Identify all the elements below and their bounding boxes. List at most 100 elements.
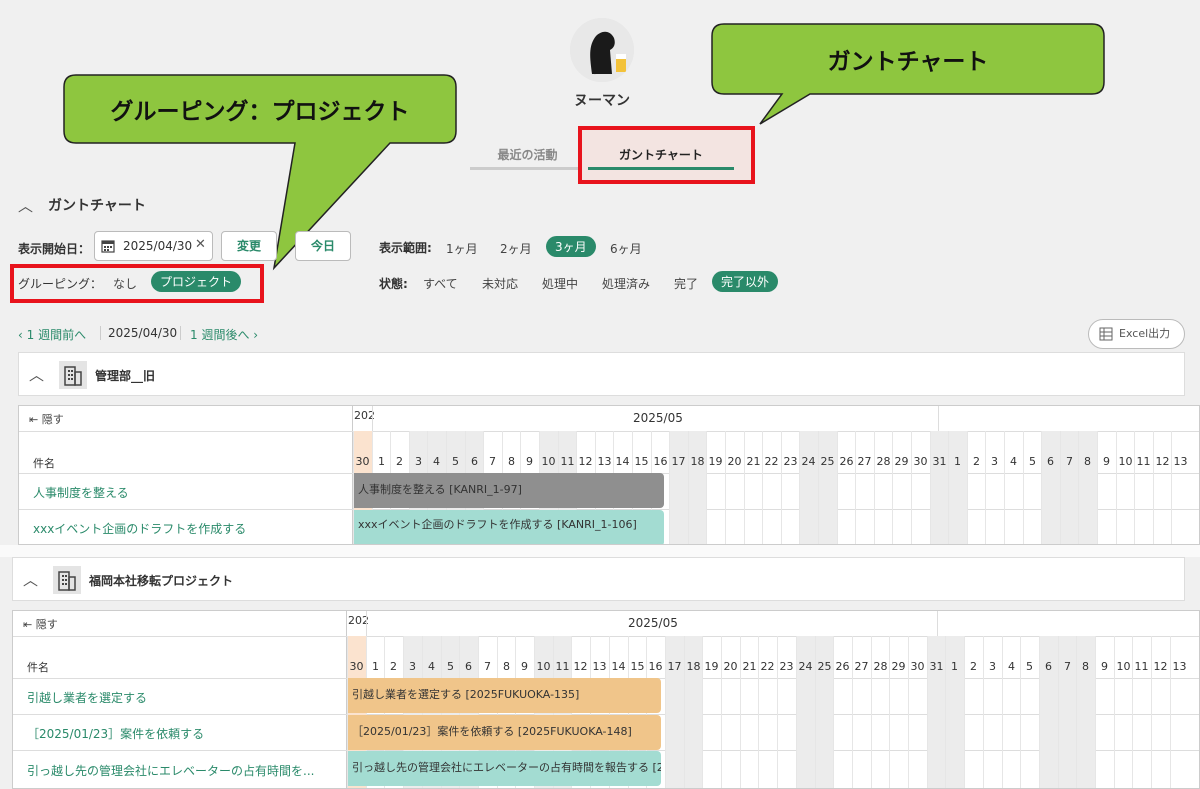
- day-label: 7: [484, 660, 491, 673]
- day-label: 9: [1101, 660, 1108, 673]
- day-label: 13: [1172, 660, 1187, 673]
- start-date-value: 2025/04/30: [123, 239, 193, 253]
- day-column: [818, 431, 837, 544]
- task-bar[interactable]: 人事制度を整える [KANRI_1-97]: [354, 473, 664, 508]
- day-label: 7: [1066, 455, 1073, 468]
- prev-week-link[interactable]: ‹ 1 週間前へ: [18, 326, 86, 343]
- day-column: [796, 636, 815, 788]
- change-button[interactable]: 変更: [221, 231, 277, 261]
- day-column: [964, 636, 983, 788]
- excel-export-button[interactable]: Excel出力: [1088, 319, 1185, 349]
- task-title-link[interactable]: 引っ越し先の管理会社にエレベーターの占有時間を...: [27, 762, 339, 779]
- task-bar[interactable]: 引っ越し先の管理会社にエレベーターの占有時間を報告する [2025FUKUOKA…: [348, 751, 661, 786]
- day-label: 3: [415, 455, 422, 468]
- collapse-icon[interactable]: ︿: [29, 364, 44, 385]
- day-label: 15: [634, 455, 649, 468]
- day-column: [1153, 431, 1172, 544]
- group-header[interactable]: ︿ 管理部__旧: [18, 352, 1185, 396]
- tab-recent-activity[interactable]: 最近の活動: [470, 146, 585, 163]
- today-button[interactable]: 今日: [295, 231, 351, 261]
- next-week-link[interactable]: 1 週間後へ ›: [190, 326, 258, 343]
- day-label: 12: [578, 455, 593, 468]
- tab-underline: [470, 167, 585, 170]
- collapse-icon[interactable]: ︿: [23, 569, 38, 590]
- item-header: 件名: [27, 661, 49, 674]
- day-label: 14: [611, 660, 626, 673]
- day-column: [702, 636, 721, 788]
- task-bar[interactable]: xxxイベント企画のドラフトを作成する [KANRI_1-106]: [354, 510, 664, 544]
- day-column: [777, 636, 796, 788]
- task-title-link[interactable]: ［2025/01/23］案件を依頼する: [27, 725, 337, 742]
- day-column: [1170, 636, 1189, 788]
- day-label: 30: [349, 660, 364, 673]
- day-label: 1: [954, 455, 961, 468]
- hide-toggle[interactable]: ⇤ 隠す: [23, 616, 58, 632]
- day-column: [837, 431, 856, 544]
- day-label: 26: [839, 455, 854, 468]
- task-title-link[interactable]: xxxイベント企画のドラフトを作成する: [33, 520, 343, 537]
- status-label: 状態:: [379, 277, 408, 291]
- day-column: [1116, 431, 1135, 544]
- day-label: 4: [1010, 455, 1017, 468]
- day-column: [1132, 636, 1151, 788]
- collapse-icon[interactable]: ︿: [18, 195, 33, 216]
- day-label: 8: [508, 455, 515, 468]
- day-column: [1039, 636, 1058, 788]
- day-column: [892, 431, 911, 544]
- task-title-link[interactable]: 引越し業者を選定する: [27, 689, 337, 706]
- day-label: 17: [671, 455, 686, 468]
- day-label: 19: [708, 455, 723, 468]
- month-divider: [937, 611, 938, 636]
- day-label: 15: [630, 660, 645, 673]
- day-label: 31: [929, 660, 944, 673]
- day-label: 21: [742, 660, 757, 673]
- building-icon: [53, 566, 81, 594]
- day-label: 3: [989, 660, 996, 673]
- range-option-6m[interactable]: 6ヶ月: [610, 240, 642, 257]
- day-label: 25: [817, 660, 832, 673]
- day-column: [1020, 636, 1039, 788]
- status-not-closed[interactable]: 完了以外: [712, 271, 779, 292]
- hide-toggle[interactable]: ⇤ 隠す: [29, 411, 64, 427]
- tab-gantt-highlight: [578, 126, 755, 184]
- day-label: 28: [876, 455, 891, 468]
- range-option-3m[interactable]: 3ヶ月: [546, 236, 596, 257]
- range-option-1m[interactable]: 1ヶ月: [446, 240, 478, 257]
- day-label: 9: [1103, 455, 1110, 468]
- day-label: 27: [857, 455, 872, 468]
- status-resolved[interactable]: 処理済み: [602, 275, 650, 292]
- day-label: 10: [1116, 660, 1131, 673]
- status-open[interactable]: 未対応: [482, 275, 518, 292]
- day-label: 2: [973, 455, 980, 468]
- collapse-left-icon: ⇤: [29, 413, 42, 426]
- day-label: 6: [1045, 660, 1052, 673]
- day-label: 26: [835, 660, 850, 673]
- hide-label: 隠す: [41, 413, 64, 426]
- day-column: [967, 431, 986, 544]
- status-closed[interactable]: 完了: [674, 275, 698, 292]
- day-label: 24: [798, 660, 813, 673]
- start-date-input[interactable]: 2025/04/30 ✕: [94, 231, 213, 261]
- status-all[interactable]: すべて: [423, 275, 458, 292]
- calendar-icon: [101, 240, 115, 253]
- nav-divider: [180, 326, 181, 340]
- clear-icon[interactable]: ✕: [195, 237, 206, 252]
- range-option-2m[interactable]: 2ヶ月: [500, 240, 532, 257]
- day-label: 6: [1047, 455, 1054, 468]
- month-label: 2025/05: [633, 411, 683, 425]
- day-label: 23: [779, 660, 794, 673]
- day-column: [833, 636, 852, 788]
- task-bar[interactable]: ［2025/01/23］案件を依頼する [2025FUKUOKA-148]: [348, 715, 661, 750]
- day-label: 1: [951, 660, 958, 673]
- day-label: 2: [396, 455, 403, 468]
- group-header[interactable]: ︿ 福岡本社移転プロジェクト: [12, 557, 1185, 601]
- task-bar[interactable]: 引越し業者を選定する [2025FUKUOKA-135]: [348, 678, 661, 713]
- month-divider: [938, 406, 939, 431]
- day-label: 21: [746, 455, 761, 468]
- day-label: 13: [597, 455, 612, 468]
- day-label: 8: [1082, 660, 1089, 673]
- status-in-progress[interactable]: 処理中: [542, 275, 578, 292]
- day-column: [744, 431, 763, 544]
- day-label: 22: [764, 455, 779, 468]
- task-title-link[interactable]: 人事制度を整える: [33, 484, 343, 501]
